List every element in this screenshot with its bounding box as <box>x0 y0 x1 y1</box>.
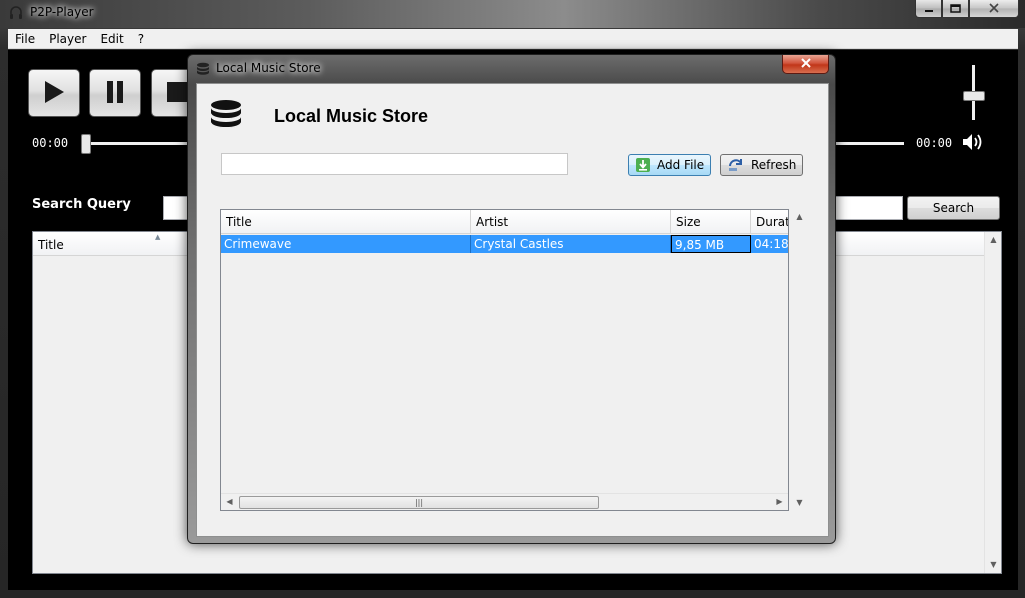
refresh-icon <box>727 157 745 173</box>
search-query-label: Search Query <box>32 197 131 212</box>
menu-bar: File Player Edit ? <box>8 29 1018 49</box>
results-vertical-scrollbar[interactable]: ▲ ▼ <box>984 232 1001 573</box>
store-track-table[interactable]: Title Artist Size Durati Crimewave Cryst… <box>220 209 789 511</box>
scroll-up-icon[interactable]: ▲ <box>985 232 1002 248</box>
total-time: 00:00 <box>916 136 953 150</box>
scroll-down-icon[interactable]: ▼ <box>791 495 808 511</box>
seek-track-end[interactable] <box>836 142 904 145</box>
pause-button[interactable] <box>89 69 141 117</box>
play-button[interactable] <box>28 69 80 117</box>
scroll-down-icon[interactable]: ▼ <box>985 557 1002 573</box>
horizontal-scroll-thumb[interactable]: ||| <box>239 496 599 509</box>
cell-title[interactable]: Crimewave <box>221 235 471 253</box>
scroll-left-icon[interactable]: ◀ <box>221 494 238 510</box>
menu-help[interactable]: ? <box>131 32 151 46</box>
play-icon <box>43 80 65 107</box>
speaker-icon[interactable] <box>961 132 985 155</box>
refresh-label: Refresh <box>751 158 797 172</box>
dialog-client-area: Local Music Store Add File Refresh Title… <box>196 83 829 537</box>
close-icon <box>988 2 1000 16</box>
elapsed-time: 00:00 <box>32 136 69 150</box>
column-header-duration[interactable]: Durati <box>751 210 788 234</box>
sort-ascending-icon: ▲ <box>155 233 161 241</box>
store-filter-input[interactable] <box>221 153 568 175</box>
add-file-label: Add File <box>657 158 705 172</box>
column-header-title[interactable]: Title <box>221 210 471 234</box>
headphones-icon <box>8 5 24 21</box>
close-button[interactable] <box>969 0 1019 18</box>
maximize-button[interactable] <box>942 0 969 18</box>
minimize-button[interactable] <box>915 0 942 18</box>
close-icon <box>800 57 812 71</box>
menu-file[interactable]: File <box>8 32 42 46</box>
add-file-button[interactable]: Add File <box>628 154 711 176</box>
column-header-artist[interactable]: Artist <box>471 210 671 234</box>
scroll-up-icon[interactable]: ▲ <box>791 209 808 225</box>
database-icon <box>196 62 210 79</box>
refresh-button[interactable]: Refresh <box>720 154 803 176</box>
store-horizontal-scrollbar[interactable]: ◀ ||| ▶ <box>221 493 788 510</box>
dialog-title: Local Music Store <box>216 61 321 75</box>
local-music-store-dialog: Local Music Store Local Music Store Add … <box>187 54 836 544</box>
dialog-close-button[interactable] <box>782 55 829 74</box>
download-icon <box>635 157 651 173</box>
cell-duration[interactable]: 04:18 <box>751 235 788 253</box>
window-titlebar[interactable]: P2P-Player <box>0 0 1025 28</box>
column-header-size[interactable]: Size <box>671 210 751 234</box>
scroll-right-icon[interactable]: ▶ <box>771 494 788 510</box>
cell-size[interactable]: 9,85 MB <box>671 235 751 253</box>
window-title: P2P-Player <box>30 5 94 19</box>
store-table-header: Title Artist Size Durati <box>221 210 788 234</box>
stop-icon <box>166 81 188 106</box>
menu-player[interactable]: Player <box>42 32 93 46</box>
volume-slider-thumb[interactable] <box>963 91 985 101</box>
results-column-title[interactable]: Title <box>38 238 64 252</box>
seek-track[interactable] <box>83 142 191 145</box>
cell-artist[interactable]: Crystal Castles <box>471 235 671 253</box>
pause-icon <box>105 80 125 107</box>
seek-slider-thumb[interactable] <box>81 134 91 154</box>
table-row[interactable]: Crimewave Crystal Castles 9,85 MB 04:18 <box>221 235 788 253</box>
search-button[interactable]: Search <box>907 196 1000 220</box>
dialog-titlebar[interactable]: Local Music Store <box>188 55 835 82</box>
menu-edit[interactable]: Edit <box>93 32 130 46</box>
maximize-icon <box>950 2 961 16</box>
minimize-icon <box>924 2 934 16</box>
database-icon <box>209 99 243 136</box>
store-vertical-scrollbar[interactable]: ▲ ▼ <box>791 209 808 511</box>
dialog-heading: Local Music Store <box>274 106 429 126</box>
